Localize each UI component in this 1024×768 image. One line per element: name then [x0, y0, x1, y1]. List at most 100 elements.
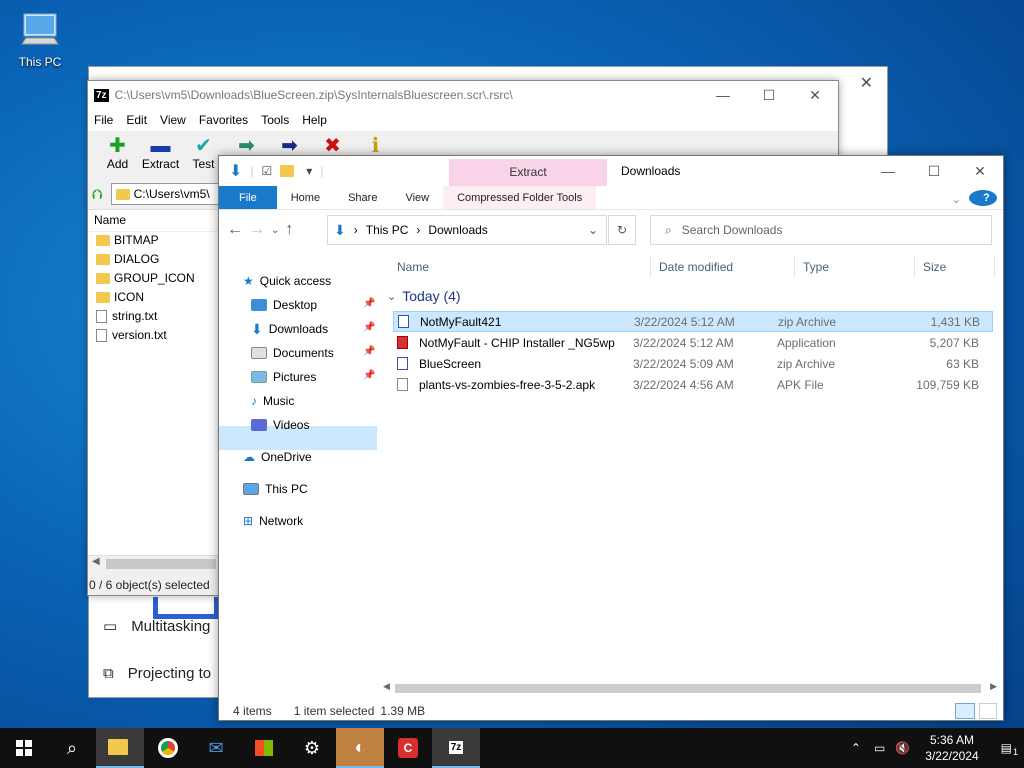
scroll-right-icon[interactable]: ▶ [990, 681, 997, 692]
horizontal-scrollbar[interactable]: ◀ [88, 555, 218, 571]
recent-locations-icon[interactable]: ⌄ [271, 225, 279, 236]
taskbar-app-active[interactable]: ◐ [336, 728, 384, 768]
breadcrumb-downloads[interactable]: Downloads [428, 223, 487, 237]
refresh-button[interactable]: ↻ [608, 215, 636, 245]
nav-item-onedrive[interactable]: ☁ OneDrive [243, 446, 312, 468]
pin-icon[interactable]: 📌 [363, 370, 375, 381]
search-button[interactable]: ⌕ [48, 728, 96, 768]
search-input[interactable]: Search Downloads [682, 223, 783, 237]
settings-item-projecting[interactable]: ⧉ Projecting to [103, 665, 211, 682]
tab-home[interactable]: Home [277, 186, 334, 209]
list-item[interactable]: GROUP_ICON [88, 270, 218, 289]
chevron-down-icon: ⌄ [387, 290, 397, 303]
taskbar-7zip[interactable]: 7z [432, 728, 480, 768]
minimize-icon[interactable]: — [700, 81, 746, 109]
maximize-icon[interactable]: ☐ [911, 156, 957, 186]
menu-edit[interactable]: Edit [126, 109, 154, 131]
tab-compressed-folder-tools[interactable]: Compressed Folder Tools [443, 186, 597, 209]
scrollbar-thumb[interactable] [395, 684, 981, 693]
column-header-type[interactable]: Type [795, 256, 915, 278]
new-folder-icon[interactable] [280, 165, 295, 177]
list-item[interactable]: ICON [88, 289, 218, 308]
scrollbar-thumb[interactable] [106, 559, 216, 569]
taskbar-chrome[interactable] [144, 728, 192, 768]
taskbar-store[interactable] [240, 728, 288, 768]
start-button[interactable] [0, 728, 48, 768]
close-icon[interactable]: ✕ [957, 156, 1003, 186]
nav-item-desktop[interactable]: Desktop [251, 294, 317, 316]
notifications-button[interactable]: ▤ 1 [989, 741, 1024, 757]
menu-help[interactable]: Help [302, 109, 334, 131]
tab-view[interactable]: View [391, 186, 443, 209]
pin-icon[interactable]: 📌 [363, 322, 375, 333]
pin-icon[interactable]: 📌 [363, 298, 375, 309]
scroll-left-icon[interactable]: ◀ [383, 681, 390, 692]
taskbar-mail[interactable]: ✉ [192, 728, 240, 768]
pin-icon[interactable]: 📌 [363, 346, 375, 357]
up-icon[interactable]: ↑ [285, 221, 293, 239]
list-item[interactable]: string.txt [88, 308, 218, 327]
nav-item-pictures[interactable]: Pictures [251, 366, 316, 388]
nav-item-music[interactable]: ♪ Music [251, 390, 294, 412]
address-bar[interactable]: ⬇ › This PC › Downloads ⌄ [327, 215, 607, 245]
column-header-name[interactable]: Name [389, 256, 651, 278]
details-view-icon[interactable] [955, 703, 975, 719]
sevenzip-address-input[interactable]: C:\Users\vm5\ [110, 183, 228, 205]
close-icon[interactable]: ✕ [860, 73, 873, 93]
chevron-down-icon[interactable]: ▾ [306, 164, 312, 178]
search-box[interactable]: ⌕ Search Downloads [650, 215, 992, 245]
tab-extract[interactable]: Extract [449, 159, 607, 186]
installer-icon [397, 336, 408, 349]
add-button[interactable]: ✚ Add [96, 131, 139, 179]
menu-view[interactable]: View [160, 109, 193, 131]
clock[interactable]: 5:36 AM 3/22/2024 [915, 732, 988, 764]
taskbar-ccleaner[interactable]: C [384, 728, 432, 768]
taskbar-settings[interactable]: ⚙ [288, 728, 336, 768]
column-header-name[interactable]: Name [88, 210, 218, 232]
nav-item-this-pc[interactable]: This PC [243, 478, 308, 500]
tab-share[interactable]: Share [334, 186, 391, 209]
explorer-window: ⬇ | ☑ ▾ | Extract Downloads — ☐ ✕ File H… [218, 155, 1004, 721]
nav-item-network[interactable]: ⊞ Network [243, 510, 303, 532]
network-icon[interactable]: ▭ [869, 741, 890, 755]
breadcrumb-this-pc[interactable]: This PC [366, 223, 409, 237]
nav-item-downloads[interactable]: ⬇ Downloads [251, 318, 328, 340]
chevron-up-icon[interactable]: ⌃ [843, 741, 869, 755]
nav-item-quick-access[interactable]: ★ Quick access [243, 270, 331, 292]
table-row[interactable]: NotMyFault - CHIP Installer _NG5wp 3/22/… [393, 332, 993, 353]
table-row[interactable]: BlueScreen 3/22/2024 5:09 AM zip Archive… [393, 353, 993, 374]
nav-item-videos[interactable]: Videos [251, 414, 309, 436]
chevron-down-icon[interactable]: ⌄ [588, 223, 598, 237]
group-label: Today (4) [402, 288, 461, 304]
up-folder-icon[interactable]: ⮉ [92, 186, 103, 203]
table-row[interactable]: plants-vs-zombies-free-3-5-2.apk 3/22/20… [393, 374, 993, 395]
menu-favorites[interactable]: Favorites [199, 109, 255, 131]
taskbar-file-explorer[interactable] [96, 728, 144, 768]
column-header-date[interactable]: Date modified [651, 256, 795, 278]
desktop-icon-this-pc[interactable]: This PC [12, 8, 68, 69]
list-item[interactable]: version.txt [88, 327, 218, 346]
extract-button[interactable]: ▬ Extract [139, 131, 182, 179]
list-item[interactable]: BITMAP [88, 232, 218, 251]
properties-icon[interactable]: ☑ [262, 164, 273, 178]
file-size: 1,431 KB [930, 314, 980, 329]
nav-item-documents[interactable]: Documents [251, 342, 334, 364]
tab-file[interactable]: File [219, 186, 277, 209]
forward-icon[interactable]: → [249, 221, 265, 239]
group-header-today[interactable]: ⌄ Today (4) [387, 288, 461, 304]
settings-item-multitasking[interactable]: ▭ Multitasking [103, 617, 210, 636]
menu-tools[interactable]: Tools [261, 109, 296, 131]
large-icons-view-icon[interactable] [979, 703, 997, 719]
column-header-size[interactable]: Size [915, 256, 995, 278]
scroll-left-icon[interactable]: ◀ [92, 556, 100, 567]
help-icon[interactable]: ? [969, 190, 997, 206]
list-item[interactable]: DIALOG [88, 251, 218, 270]
close-icon[interactable]: ✕ [792, 81, 838, 109]
table-row[interactable]: NotMyFault421 3/22/2024 5:12 AM zip Arch… [393, 311, 993, 332]
back-icon[interactable]: ← [227, 221, 243, 239]
minimize-icon[interactable]: — [865, 156, 911, 186]
maximize-icon[interactable]: ☐ [746, 81, 792, 109]
horizontal-scrollbar[interactable]: ◀ ▶ [379, 680, 1001, 696]
menu-file[interactable]: File [94, 109, 120, 131]
volume-muted-icon[interactable]: 🔇 [890, 741, 915, 755]
